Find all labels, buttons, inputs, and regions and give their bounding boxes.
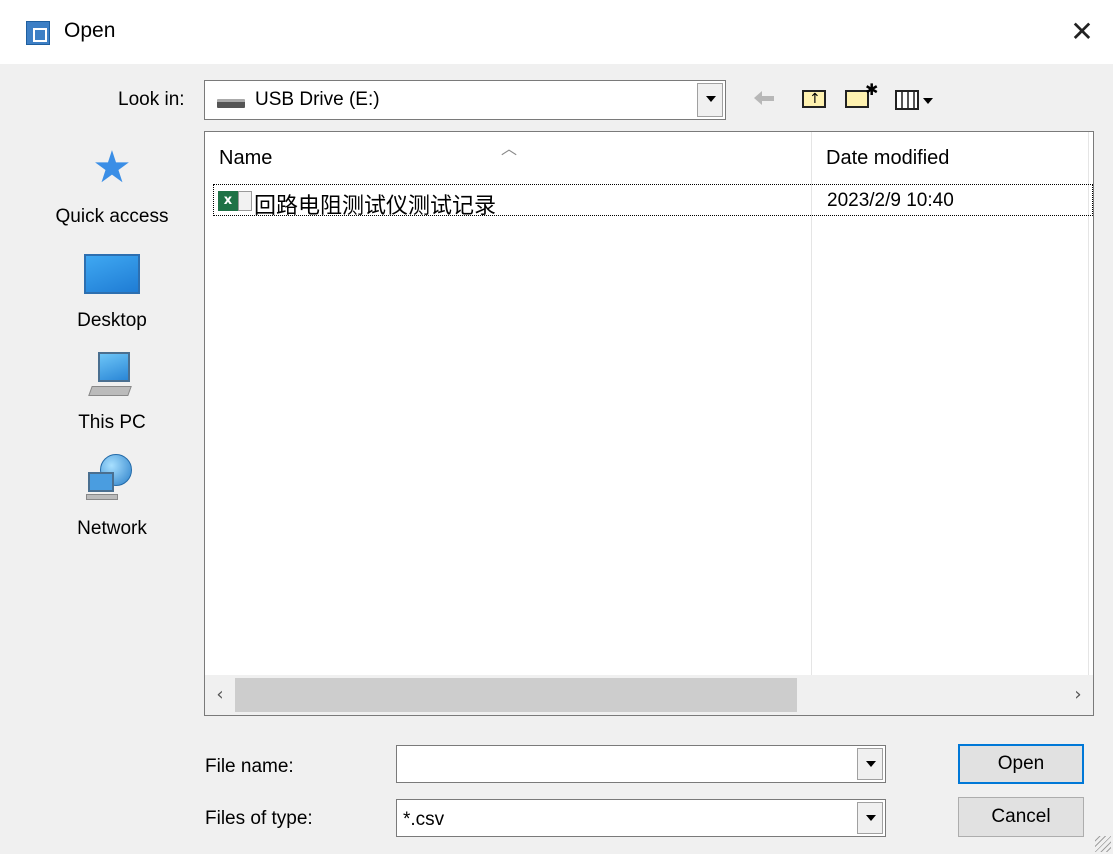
file-name-label: File name:: [205, 756, 294, 777]
file-page-icon: [238, 191, 252, 211]
new-folder-icon[interactable]: ✱: [843, 82, 879, 116]
title-bar: Open ✕: [0, 0, 1113, 64]
place-network[interactable]: Network: [28, 132, 196, 539]
file-name-field[interactable]: [396, 745, 886, 783]
close-icon[interactable]: ✕: [1060, 10, 1104, 54]
table-row[interactable]: x 回路电阻测试仪测试记录 2023/2/9 10:40: [213, 184, 1093, 218]
column-header-date-modified[interactable]: Date modified: [826, 147, 949, 170]
up-one-level-icon[interactable]: ↑: [800, 82, 830, 116]
look-in-dropdown[interactable]: USB Drive (E:): [204, 80, 726, 120]
horizontal-scrollbar[interactable]: ‹ ›: [205, 675, 1093, 715]
open-button[interactable]: Open: [958, 744, 1084, 784]
back-arrow-icon[interactable]: [754, 82, 780, 116]
place-label: Network: [77, 518, 147, 539]
chevron-down-icon[interactable]: [697, 83, 723, 117]
chevron-down-icon[interactable]: [857, 748, 883, 780]
sparkle-icon: ✱: [865, 80, 879, 99]
files-of-type-label: Files of type:: [205, 808, 313, 829]
desktop-icon: [84, 254, 140, 294]
up-arrow-icon: ↑: [809, 91, 821, 107]
sort-ascending-icon: ︿: [501, 139, 518, 158]
window-title: Open: [64, 19, 116, 42]
place-label: This PC: [78, 412, 146, 433]
chevron-down-icon: [923, 98, 933, 104]
look-in-label: Look in:: [118, 89, 185, 110]
date-modified-cell: 2023/2/9 10:40: [827, 190, 954, 211]
details-view-icon: [895, 90, 919, 110]
app-window-icon: [26, 21, 50, 45]
files-of-type-dropdown[interactable]: *.csv: [396, 799, 886, 837]
file-list[interactable]: ︿ Name Date modified x 回路电阻测试仪测试记录 2023/…: [204, 131, 1094, 716]
usb-drive-icon: [217, 99, 245, 108]
cancel-button[interactable]: Cancel: [958, 797, 1084, 837]
scroll-right-icon[interactable]: ›: [1065, 681, 1091, 709]
look-in-value: USB Drive (E:): [255, 89, 380, 110]
view-menu-icon[interactable]: [893, 82, 943, 116]
column-header-name[interactable]: Name: [219, 147, 272, 170]
chevron-down-icon[interactable]: [857, 802, 883, 834]
scrollbar-thumb[interactable]: [235, 678, 797, 712]
place-label: Desktop: [77, 310, 147, 331]
scroll-left-icon[interactable]: ‹: [207, 681, 233, 709]
file-name-cell: 回路电阻测试仪测试记录: [254, 193, 497, 218]
computer-icon: [88, 352, 134, 402]
network-icon: [86, 454, 138, 504]
resize-grip-icon[interactable]: [1095, 836, 1111, 852]
files-of-type-value: *.csv: [403, 809, 445, 830]
excel-csv-file-icon: x: [218, 191, 238, 211]
